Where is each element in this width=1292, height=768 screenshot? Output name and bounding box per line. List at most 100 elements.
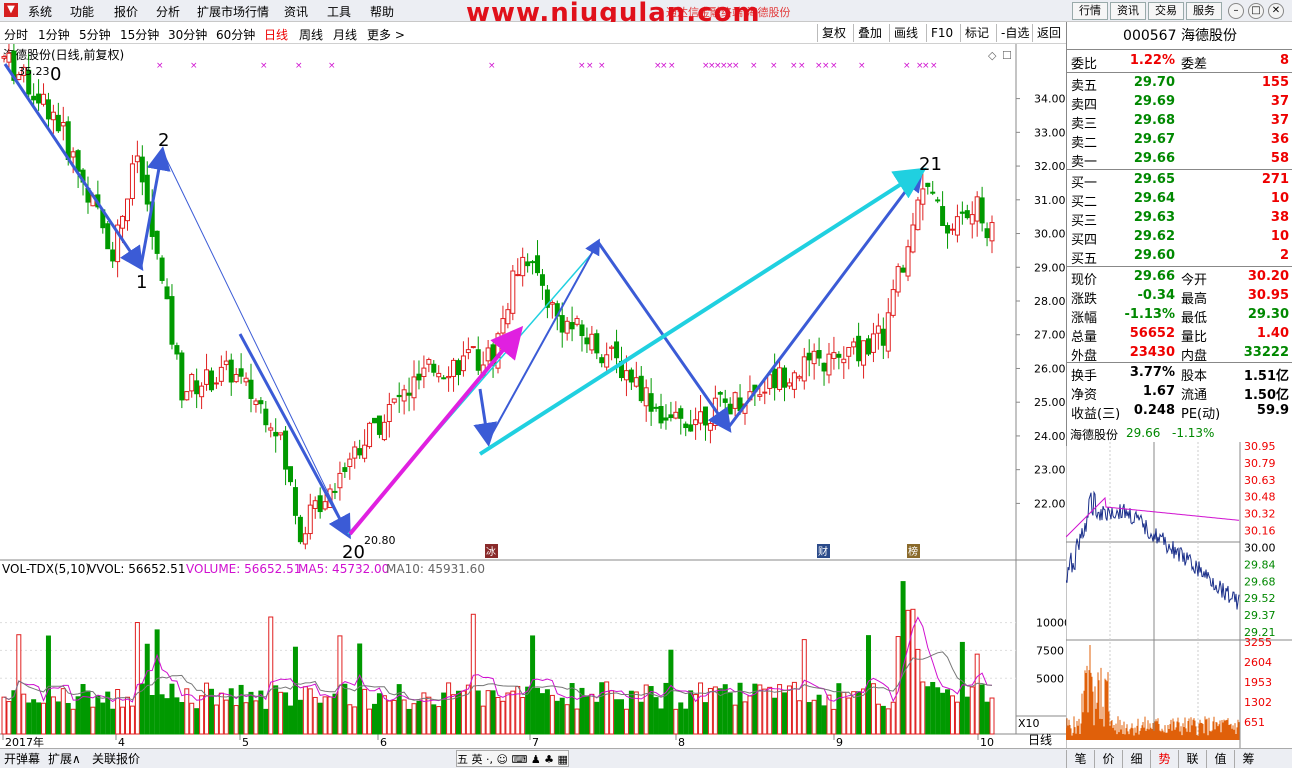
top-mark: × — [770, 61, 778, 71]
weibi-row: 委比 1.22% 委差 8 — [1067, 52, 1292, 72]
period-30min[interactable]: 30分钟 — [168, 26, 207, 43]
volume-bar — [396, 684, 402, 735]
stat-row-label: 涨幅 — [1071, 311, 1098, 326]
stat-row-value2: 30.95 — [1247, 288, 1289, 303]
volume-bar — [945, 689, 951, 735]
menu-function[interactable]: 功能 — [70, 3, 94, 20]
candle-body — [322, 501, 328, 510]
candle-body — [455, 360, 461, 376]
volume-bar — [129, 705, 135, 735]
menu-quote[interactable]: 报价 — [114, 3, 138, 20]
menu-system[interactable]: 系统 — [28, 3, 52, 20]
tab-xi[interactable]: 细 — [1122, 750, 1150, 768]
danmaku-button[interactable]: 开弹幕 — [4, 750, 40, 767]
restore-icon[interactable]: □ — [1248, 3, 1264, 19]
candle-body — [357, 448, 363, 456]
minimize-icon[interactable]: – — [1228, 3, 1244, 19]
period-60min[interactable]: 60分钟 — [216, 26, 255, 43]
ime-toolbar[interactable]: 五 英 ·, ☺ ⌨ ♟ ♣ ▦ — [456, 750, 569, 767]
period-more[interactable]: 更多 > — [367, 26, 405, 43]
candle-body — [895, 266, 901, 293]
period-monthly[interactable]: 月线 — [333, 26, 357, 43]
tab-bi[interactable]: 笔 — [1066, 750, 1094, 768]
tab-jia[interactable]: 价 — [1094, 750, 1122, 768]
top-btn-news[interactable]: 资讯 — [1110, 2, 1146, 20]
volume-bar — [233, 705, 239, 735]
stat2-row-value: 1.67 — [1142, 384, 1175, 399]
candle-body — [288, 466, 294, 483]
volume-bar — [90, 706, 96, 735]
bid-row-value: 29.64 — [1133, 191, 1175, 206]
volume-bar — [144, 643, 150, 735]
tool-adjust[interactable]: 复权 — [817, 24, 850, 42]
app-logo-icon[interactable]: ▼ — [4, 3, 18, 17]
candle-body — [732, 392, 738, 409]
bid-row: 买三 29.63 38 — [1067, 209, 1292, 229]
mini-price-tick: 30.00 — [1244, 541, 1276, 554]
candle-body — [465, 349, 471, 354]
top-btn-market[interactable]: 行情 — [1072, 2, 1108, 20]
period-timeshare[interactable]: 分时 — [4, 26, 28, 43]
period-1min[interactable]: 1分钟 — [38, 26, 70, 43]
wave-label-0: 0 — [50, 64, 61, 85]
tool-overlay[interactable]: 叠加 — [853, 24, 886, 42]
related-quote-button[interactable]: 关联报价 — [92, 750, 140, 767]
menu-ext-market[interactable]: 扩展市场行情 — [197, 3, 269, 20]
candle-body — [273, 431, 279, 437]
tab-zhi[interactable]: 值 — [1206, 750, 1234, 768]
price-tick-label: 28.00 — [1034, 295, 1066, 308]
extend-button[interactable]: 扩展∧ — [48, 750, 81, 767]
volume-bar — [900, 581, 906, 735]
candle-body — [460, 355, 466, 372]
volume-bar — [352, 706, 358, 735]
candle-body — [604, 354, 610, 368]
volume-bar — [574, 708, 580, 735]
price-tick-label: 30.00 — [1034, 228, 1066, 241]
weibi-value: 1.22% — [1129, 53, 1175, 68]
candle-body — [159, 257, 165, 281]
tool-watchlist[interactable]: -自选 — [996, 24, 1033, 42]
price-tick-label: 27.00 — [1034, 329, 1066, 342]
tab-lian[interactable]: 联 — [1178, 750, 1206, 768]
top-btn-trade[interactable]: 交易 — [1148, 2, 1184, 20]
tool-back[interactable]: 返回 — [1032, 24, 1065, 42]
volume-bar — [520, 697, 526, 735]
tool-f10[interactable]: F10 — [926, 24, 957, 42]
candle-body — [45, 99, 51, 120]
menu-help[interactable]: 帮助 — [370, 3, 394, 20]
menu-tools[interactable]: 工具 — [327, 3, 351, 20]
candle-body — [880, 328, 886, 346]
top-btn-service[interactable]: 服务 — [1186, 2, 1222, 20]
candle-body — [75, 150, 81, 172]
candle-body — [772, 368, 778, 389]
mini-pct: -1.13% — [1172, 426, 1215, 440]
tool-mark[interactable]: 标记 — [960, 24, 993, 42]
volume-bar — [258, 690, 264, 735]
event-marker-3: 榜 — [908, 545, 918, 558]
candle-body — [208, 370, 214, 391]
volume-bar — [95, 695, 101, 735]
tool-draw[interactable]: 画线 — [889, 24, 922, 42]
candle-body — [935, 199, 941, 202]
candle-body — [372, 417, 377, 424]
candle-body — [312, 500, 318, 509]
period-daily[interactable]: 日线 — [264, 26, 288, 43]
period-5min[interactable]: 5分钟 — [79, 26, 111, 43]
volume-bar — [154, 629, 160, 735]
kline-chart[interactable]: 海德股份(日线,前复权) ◇ ☐ 34.00 33.00 32.00 31.00 30.… — [0, 44, 1066, 748]
period-weekly[interactable]: 周线 — [299, 26, 323, 43]
tab-shi[interactable]: 势 — [1150, 750, 1178, 768]
candle-body — [861, 340, 867, 366]
menu-analysis[interactable]: 分析 — [156, 3, 180, 20]
vol-vvol: VVOL: 56652.51 — [88, 562, 185, 576]
intraday-mini-chart[interactable]: 30.95 30.79 30.63 30.48 30.32 30.16 30.00 29.84… — [1066, 442, 1292, 748]
volume-bar — [110, 708, 116, 735]
menu-news[interactable]: 资讯 — [284, 3, 308, 20]
volume-bar — [890, 701, 896, 735]
close-icon[interactable]: ✕ — [1268, 3, 1284, 19]
volume-bar — [870, 683, 876, 735]
tab-chou[interactable]: 筹 — [1234, 750, 1262, 768]
vol-name: VOL-TDX(5,10) — [2, 562, 90, 576]
bid-row: 买一 29.65 271 — [1067, 171, 1292, 191]
period-15min[interactable]: 15分钟 — [120, 26, 159, 43]
